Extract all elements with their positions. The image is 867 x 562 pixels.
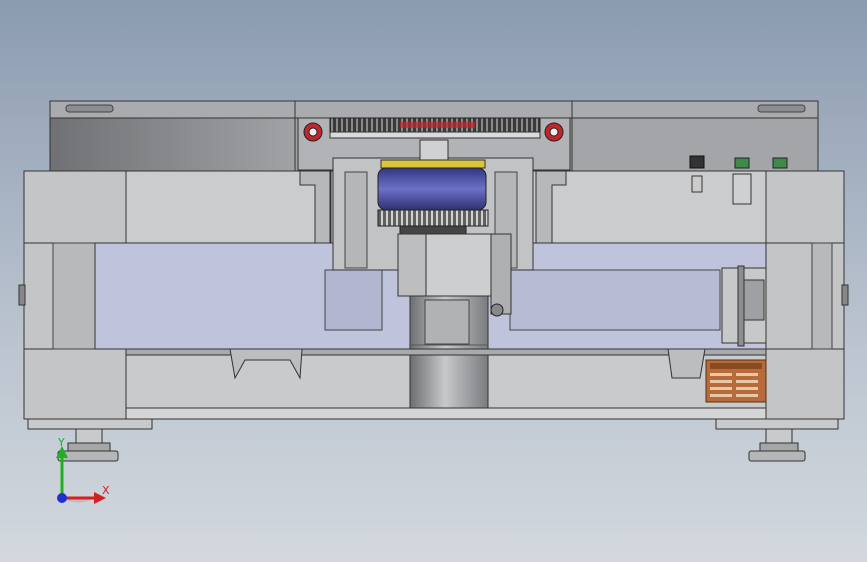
x-axis-label: X bbox=[102, 484, 110, 497]
nameplate bbox=[705, 359, 767, 403]
coordinate-triad: Y X bbox=[40, 436, 130, 520]
cad-viewport[interactable]: Y X bbox=[0, 0, 867, 562]
triad-arrows-icon bbox=[56, 446, 106, 504]
turntable-assembly-drawing bbox=[18, 100, 849, 462]
servo-motor-stack bbox=[377, 159, 489, 235]
y-axis-label: Y bbox=[58, 436, 65, 449]
sensor-block bbox=[721, 265, 767, 347]
leveling-feet bbox=[27, 418, 839, 462]
